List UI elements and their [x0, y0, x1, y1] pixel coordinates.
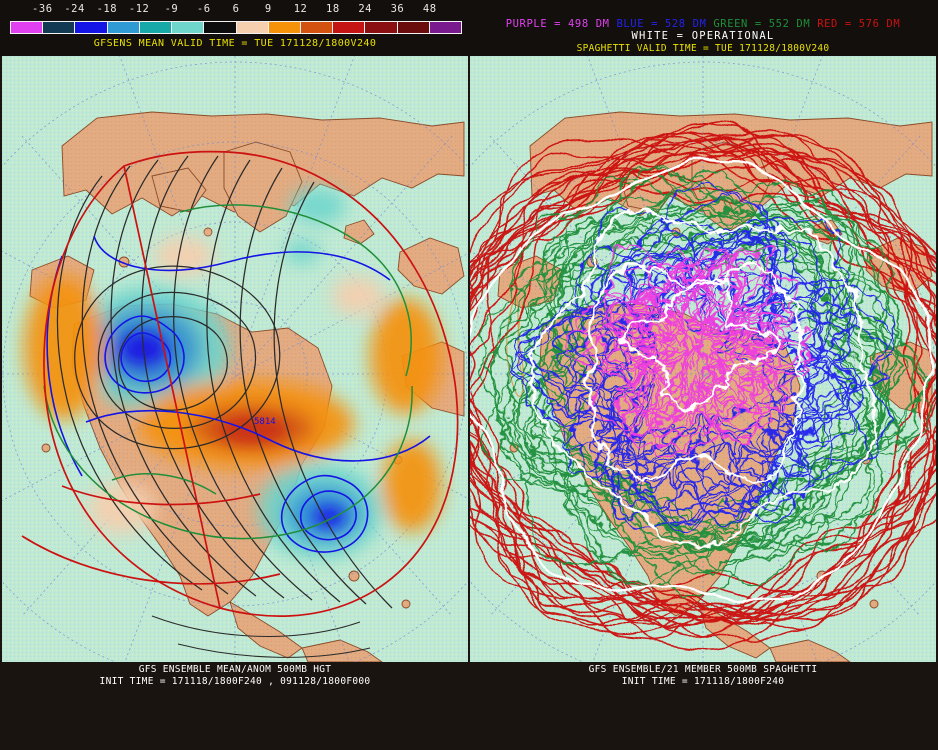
colorbar-tick--24: -24 — [64, 3, 85, 15]
colorbar-swatch-6 — [204, 22, 237, 33]
colorbar-swatches — [10, 21, 462, 34]
colorbar-swatch-0 — [11, 22, 44, 33]
colorbar-swatch-8 — [268, 22, 301, 33]
colorbar-swatch-13 — [429, 22, 462, 33]
forecast-chart-page: -36 -24 -18 -12 -9 -6 6 9 12 18 24 36 48 GFSENS MEAN… — [0, 0, 938, 750]
legend-item-red: RED = 576 DM — [817, 18, 901, 30]
left-caption-title: GFS ENSEMBLE MEAN/ANOM 500MB HGT — [138, 664, 332, 675]
colorbar-swatch-4 — [139, 22, 173, 33]
colorbar-swatch-7 — [236, 22, 269, 33]
right-map-svg — [470, 56, 936, 662]
left-map-svg: 5814 — [2, 56, 468, 662]
colorbar-tick-9: 9 — [264, 3, 272, 15]
colorbar-tick--9: -9 — [164, 3, 179, 15]
spaghetti-legend: PURPLE = 498 DM BLUE = 528 DM GREEN = 55… — [470, 2, 936, 56]
colorbar-swatch-12 — [397, 22, 430, 33]
colorbar-tick--6: -6 — [196, 3, 211, 15]
mean-valid-time-title: GFSENS MEAN VALID TIME = TUE 171128/1800… — [93, 38, 377, 49]
spaghetti-legend-levels: PURPLE = 498 DM BLUE = 528 DM GREEN = 55… — [470, 18, 936, 30]
colorbar-tick-48: 48 — [422, 3, 437, 15]
colorbar-tick-36: 36 — [390, 3, 405, 15]
colorbar-swatch-10 — [333, 22, 366, 33]
contour-value-label: 5814 — [254, 417, 276, 427]
colorbar-swatch-9 — [300, 22, 334, 33]
colorbar-swatch-1 — [43, 22, 76, 33]
spaghetti-map — [470, 56, 936, 662]
right-panel-caption: GFS ENSEMBLE/21 MEMBER 500MB SPAGHETTI I… — [470, 664, 936, 694]
operational-legend: WHITE = OPERATIONAL — [631, 30, 775, 42]
colorbar-tick-labels: -36 -24 -18 -12 -9 -6 6 9 12 18 24 36 48 — [4, 2, 466, 20]
colorbar-tick--12: -12 — [128, 3, 150, 15]
colorbar-swatch-2 — [75, 22, 108, 33]
legend-item-purple: PURPLE = 498 DM — [505, 18, 610, 30]
legend-item-green: GREEN = 552 DM — [713, 18, 811, 30]
spaghetti-valid-time-title: SPAGHETTI VALID TIME = TUE 171128/1800V2… — [576, 43, 830, 54]
colorbar-swatch-3 — [107, 22, 140, 33]
right-caption-init-time: INIT TIME = 171118/1800F240 — [621, 676, 785, 687]
colorbar-swatch-11 — [365, 22, 398, 33]
colorbar-tick--36: -36 — [32, 3, 53, 15]
left-panel-caption: GFS ENSEMBLE MEAN/ANOM 500MB HGT INIT TI… — [2, 664, 468, 694]
colorbar-tick--18: -18 — [96, 3, 118, 15]
left-caption-init-time: INIT TIME = 171118/1800F240 , 091128/180… — [99, 676, 371, 687]
colorbar-tick-18: 18 — [326, 3, 340, 15]
colorbar-tick-6: 6 — [232, 3, 240, 15]
colorbar-swatch-5 — [172, 22, 205, 33]
ensemble-mean-anomaly-map: 5814 — [2, 56, 468, 662]
legend-item-blue: BLUE = 528 DM — [616, 18, 707, 30]
colorbar-tick-12: 12 — [293, 3, 308, 15]
anomaly-colorbar: -36 -24 -18 -12 -9 -6 6 9 12 18 24 36 48 GFSENS MEAN… — [4, 2, 466, 56]
top-legend-bar: -36 -24 -18 -12 -9 -6 6 9 12 18 24 36 48 GFSENS MEAN… — [0, 0, 938, 56]
right-caption-title: GFS ENSEMBLE/21 MEMBER 500MB SPAGHETTI — [588, 664, 818, 675]
right-map-body — [470, 56, 936, 662]
left-map-body: 5814 — [2, 56, 468, 662]
colorbar-tick-24: 24 — [358, 3, 372, 15]
